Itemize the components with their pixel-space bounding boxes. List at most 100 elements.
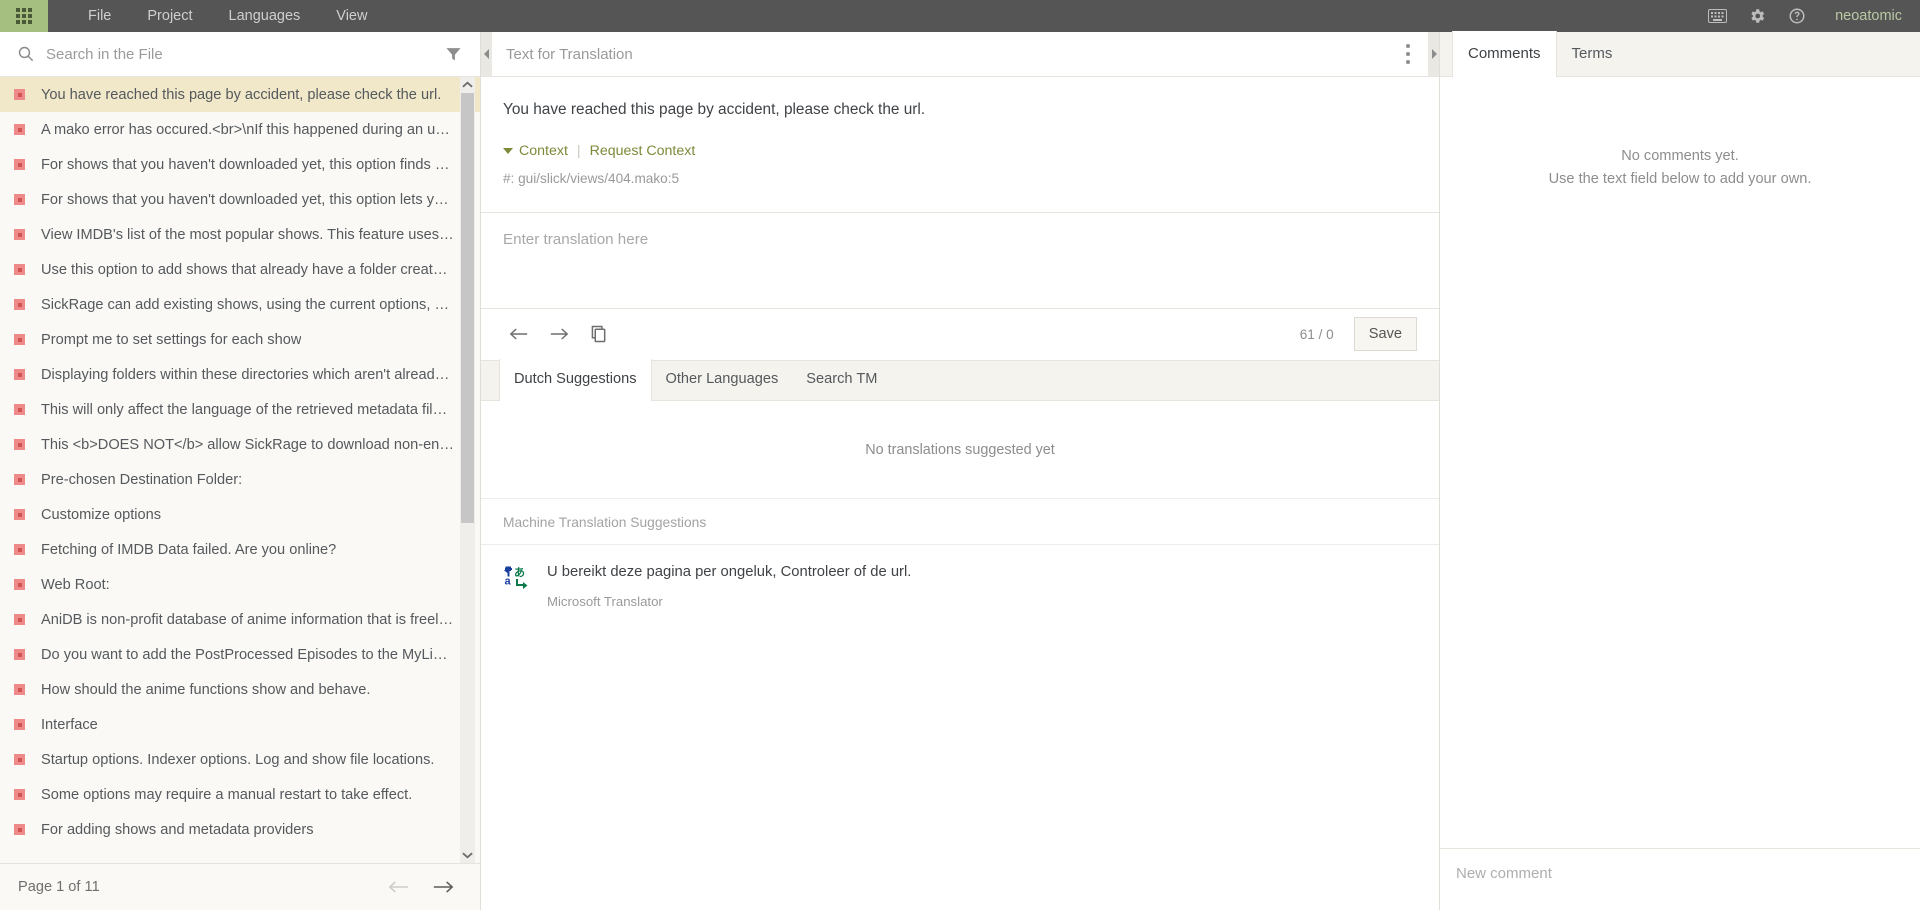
save-button[interactable]: Save (1353, 317, 1417, 352)
machine-translation-provider: Microsoft Translator (547, 593, 663, 609)
translation-editor-panel: Text for Translation You have reached th… (481, 32, 1439, 910)
tab-dutch-suggestions[interactable]: Dutch Suggestions (499, 358, 652, 401)
context-detail-text: #: gui/slick/views/404.mako:5 (503, 170, 680, 186)
new-comment-input[interactable] (1456, 865, 1904, 882)
apps-grid-dots (16, 8, 32, 24)
svg-text:a: a (505, 575, 512, 587)
list-item-label: Use this option to add shows that alread… (41, 261, 454, 278)
gear-icon[interactable] (1737, 0, 1777, 32)
comments-empty-line-1: No comments yet. (1621, 148, 1739, 164)
list-item[interactable]: For shows that you haven't downloaded ye… (0, 182, 480, 217)
next-page-arrow-right-icon[interactable] (432, 880, 454, 894)
untranslated-status-icon (14, 789, 25, 800)
help-icon[interactable] (1777, 0, 1817, 32)
untranslated-status-icon (14, 124, 25, 135)
list-item[interactable]: Do you want to add the PostProcessed Epi… (0, 637, 480, 672)
copy-source-icon[interactable] (583, 318, 615, 350)
collapse-sidebar-chevron-left-icon[interactable] (481, 32, 492, 76)
list-item[interactable]: Pre-chosen Destination Folder: (0, 462, 480, 497)
scrollbar-track[interactable] (460, 93, 475, 847)
untranslated-status-icon (14, 824, 25, 835)
list-item[interactable]: For adding shows and metadata providers (0, 812, 480, 847)
source-text: You have reached this page by accident, … (503, 101, 926, 118)
editor-body: You have reached this page by accident, … (481, 77, 1439, 910)
previous-page-arrow-left-icon[interactable] (388, 880, 410, 894)
scroll-down-icon[interactable] (460, 847, 475, 863)
list-item[interactable]: Prompt me to set settings for each show (0, 322, 480, 357)
translation-input[interactable] (503, 228, 1417, 295)
list-item[interactable]: Displaying folders within these director… (0, 357, 480, 392)
menu-item-project[interactable]: Project (129, 0, 210, 32)
untranslated-status-icon (14, 264, 25, 275)
list-item-label: Interface (41, 716, 98, 733)
list-item[interactable]: Use this option to add shows that alread… (0, 252, 480, 287)
list-item-label: A mako error has occured.<br>\nIf this h… (41, 121, 454, 138)
list-item[interactable]: For shows that you haven't downloaded ye… (0, 147, 480, 182)
user-account-label[interactable]: neoatomic (1835, 8, 1902, 24)
tab-comments[interactable]: Comments (1452, 31, 1557, 77)
next-unit-arrow-right-icon[interactable] (543, 318, 575, 350)
search-input[interactable] (38, 45, 436, 63)
context-toggle-link[interactable]: Context (519, 143, 568, 159)
list-item-label: Customize options (41, 506, 162, 523)
sidebar-scrollbar[interactable] (460, 77, 475, 863)
comments-panel: Comments Terms No comments yet. Use the … (1439, 31, 1920, 910)
comments-body: No comments yet. Use the text field belo… (1440, 77, 1920, 848)
nav-right-group: neoatomic (1697, 0, 1920, 32)
list-item-label: Displaying folders within these director… (41, 366, 454, 383)
menu-item-view[interactable]: View (318, 0, 385, 32)
tab-terms[interactable]: Terms (1557, 31, 1628, 76)
untranslated-status-icon (14, 684, 25, 695)
list-item[interactable]: AniDB is non-profit database of anime in… (0, 602, 480, 637)
list-item[interactable]: View IMDB's list of the most popular sho… (0, 217, 480, 252)
menu-item-file[interactable]: File (70, 0, 129, 32)
editor-header: Text for Translation (481, 32, 1439, 77)
comments-empty-line-2: Use the text field below to add your own… (1548, 170, 1812, 187)
tab-other-languages[interactable]: Other Languages (652, 359, 793, 400)
list-item[interactable]: Customize options (0, 497, 480, 532)
character-counter: 61 / 0 (1299, 326, 1334, 342)
list-item[interactable]: You have reached this page by accident, … (0, 77, 480, 112)
list-item[interactable]: This <b>DOES NOT</b> allow SickRage to d… (0, 427, 480, 462)
list-item[interactable]: A mako error has occured.<br>\nIf this h… (0, 112, 480, 147)
list-item[interactable]: Fetching of IMDB Data failed. Are you on… (0, 532, 480, 567)
list-item[interactable]: How should the anime functions show and … (0, 672, 480, 707)
comments-empty-message: No comments yet. Use the text field belo… (1549, 145, 1812, 190)
list-item[interactable]: Some options may require a manual restar… (0, 777, 480, 812)
editor-header-title: Text for Translation (506, 45, 633, 63)
list-item-label: This will only affect the language of th… (41, 401, 454, 418)
keyboard-icon[interactable] (1697, 0, 1737, 32)
collapse-comments-chevron-right-icon[interactable] (1428, 32, 1439, 76)
list-item-label: AniDB is non-profit database of anime in… (41, 611, 454, 628)
list-item[interactable]: SickRage can add existing shows, using t… (0, 287, 480, 322)
top-navigation-bar: File Project Languages View neoatomic (0, 0, 1920, 32)
translation-unit-list[interactable]: You have reached this page by accident, … (0, 77, 480, 863)
tab-search-tm[interactable]: Search TM (792, 359, 891, 400)
context-caret-down-icon[interactable] (503, 147, 513, 154)
previous-unit-arrow-left-icon[interactable] (503, 318, 535, 350)
source-segment-area: You have reached this page by accident, … (481, 77, 1439, 186)
list-item-label: This <b>DOES NOT</b> allow SickRage to d… (41, 436, 454, 453)
list-item[interactable]: This will only affect the language of th… (0, 392, 480, 427)
context-row: Context | Request Context (503, 143, 1417, 159)
suggestion-tabs: Dutch Suggestions Other Languages Search… (481, 358, 1439, 401)
list-item[interactable]: a あ U bereikt deze pagina per ongeluk, C… (481, 545, 1439, 629)
menu-item-languages[interactable]: Languages (211, 0, 319, 32)
list-item-label: Fetching of IMDB Data failed. Are you on… (41, 541, 337, 558)
untranslated-status-icon (14, 404, 25, 415)
request-context-link[interactable]: Request Context (590, 143, 696, 159)
untranslated-status-icon (14, 229, 25, 240)
filter-funnel-icon[interactable] (436, 37, 470, 71)
list-item-label: How should the anime functions show and … (41, 681, 371, 698)
apps-grid-icon[interactable] (0, 0, 48, 32)
more-vertical-icon[interactable] (1388, 32, 1428, 76)
list-item[interactable]: Startup options. Indexer options. Log an… (0, 742, 480, 777)
untranslated-status-icon (14, 369, 25, 380)
machine-translation-text: U bereikt deze pagina per ongeluk, Contr… (547, 563, 912, 580)
scrollbar-thumb[interactable] (461, 93, 474, 523)
list-item[interactable]: Interface (0, 707, 480, 742)
pagination-arrows (388, 880, 454, 894)
list-item[interactable]: Web Root: (0, 567, 480, 602)
scroll-up-icon[interactable] (460, 77, 475, 93)
list-item-label: Pre-chosen Destination Folder: (41, 471, 243, 488)
